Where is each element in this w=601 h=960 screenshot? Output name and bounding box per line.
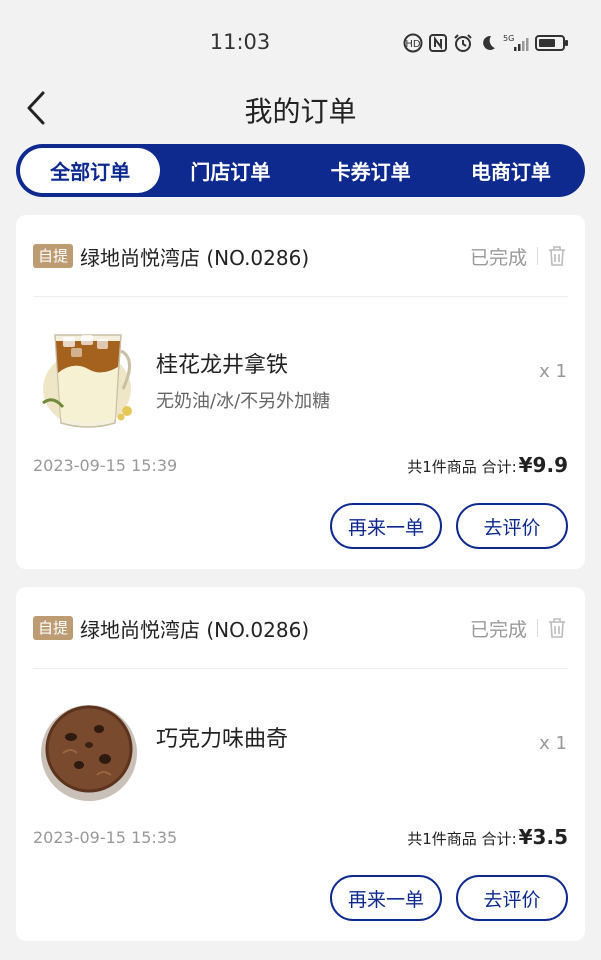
order-card-header: 自提 绿地尚悦湾店 (NO.0286) 已完成 xyxy=(33,611,568,645)
order-total: 共1件商品 合计: ¥9.9 xyxy=(407,453,568,477)
order-total-amount: ¥3.5 xyxy=(518,825,568,849)
store-name: 绿地尚悦湾店 (NO.0286) xyxy=(80,245,310,270)
iced-latte-image xyxy=(42,334,132,428)
order-total: 共1件商品 合计: ¥3.5 xyxy=(407,825,568,849)
status-icons: HD 5G xyxy=(403,33,569,53)
trash-icon xyxy=(549,246,565,266)
moon-icon xyxy=(483,35,495,50)
order-time: 2023-09-15 15:35 xyxy=(33,828,178,847)
tab-store-orders[interactable]: 门店订单 xyxy=(160,148,300,193)
reorder-button[interactable]: 再来一单 xyxy=(330,503,442,549)
order-total-amount: ¥9.9 xyxy=(518,453,568,477)
order-tabs: 全部订单 门店订单 卡券订单 电商订单 xyxy=(16,144,585,197)
product-name: 桂花龙井拿铁 xyxy=(156,353,289,378)
header-divider xyxy=(537,247,538,265)
order-total-label: 共1件商品 合计: xyxy=(407,458,517,476)
order-card-header: 自提 绿地尚悦湾店 (NO.0286) 已完成 xyxy=(33,239,568,273)
tab-ecommerce-orders[interactable]: 电商订单 xyxy=(441,148,581,193)
status-bar: 11:03 HD 5G xyxy=(0,0,601,88)
page-title: 我的订单 xyxy=(244,95,357,128)
product-image xyxy=(41,687,141,803)
store-name: 绿地尚悦湾店 (NO.0286) xyxy=(80,617,310,642)
pickup-badge: 自提 xyxy=(33,244,74,268)
delete-order-button[interactable] xyxy=(546,244,568,268)
product-quantity: x 1 xyxy=(539,361,567,382)
order-time: 2023-09-15 15:39 xyxy=(33,456,178,475)
header-divider xyxy=(537,619,538,637)
review-button[interactable]: 去评价 xyxy=(456,875,568,921)
review-button[interactable]: 去评价 xyxy=(456,503,568,549)
hd-call-icon: HD xyxy=(403,33,423,53)
product-name: 巧克力味曲奇 xyxy=(156,727,289,752)
svg-text:5G: 5G xyxy=(503,34,514,43)
pickup-badge: 自提 xyxy=(33,616,74,640)
product-image xyxy=(41,315,141,431)
card-divider xyxy=(33,668,568,669)
product-quantity: x 1 xyxy=(539,733,567,754)
nav-bar: 我的订单 xyxy=(0,80,601,136)
order-total-label: 共1件商品 合计: xyxy=(407,830,517,848)
svg-text:HD: HD xyxy=(405,39,421,50)
tab-all-orders[interactable]: 全部订单 xyxy=(20,148,161,193)
product-spec: 无奶油/冰/不另外加糖 xyxy=(156,391,331,412)
alarm-icon xyxy=(454,34,472,52)
nfc-icon xyxy=(429,34,447,52)
trash-icon xyxy=(549,618,565,638)
reorder-button[interactable]: 再来一单 xyxy=(330,875,442,921)
order-status: 已完成 xyxy=(469,618,527,641)
chocolate-cookie-image xyxy=(41,705,137,801)
delete-order-button[interactable] xyxy=(546,616,568,640)
signal-5g-icon: 5G xyxy=(503,34,529,51)
order-card[interactable]: 自提 绿地尚悦湾店 (NO.0286) 已完成 桂花龙井拿铁 无奶油/冰/不另外… xyxy=(16,215,585,569)
card-divider xyxy=(33,296,568,297)
order-status: 已完成 xyxy=(469,246,527,269)
battery-icon xyxy=(535,35,568,51)
order-card[interactable]: 自提 绿地尚悦湾店 (NO.0286) 已完成 巧克力味曲奇 x 1 2023-… xyxy=(16,587,585,941)
tab-voucher-orders[interactable]: 卡券订单 xyxy=(301,148,441,193)
